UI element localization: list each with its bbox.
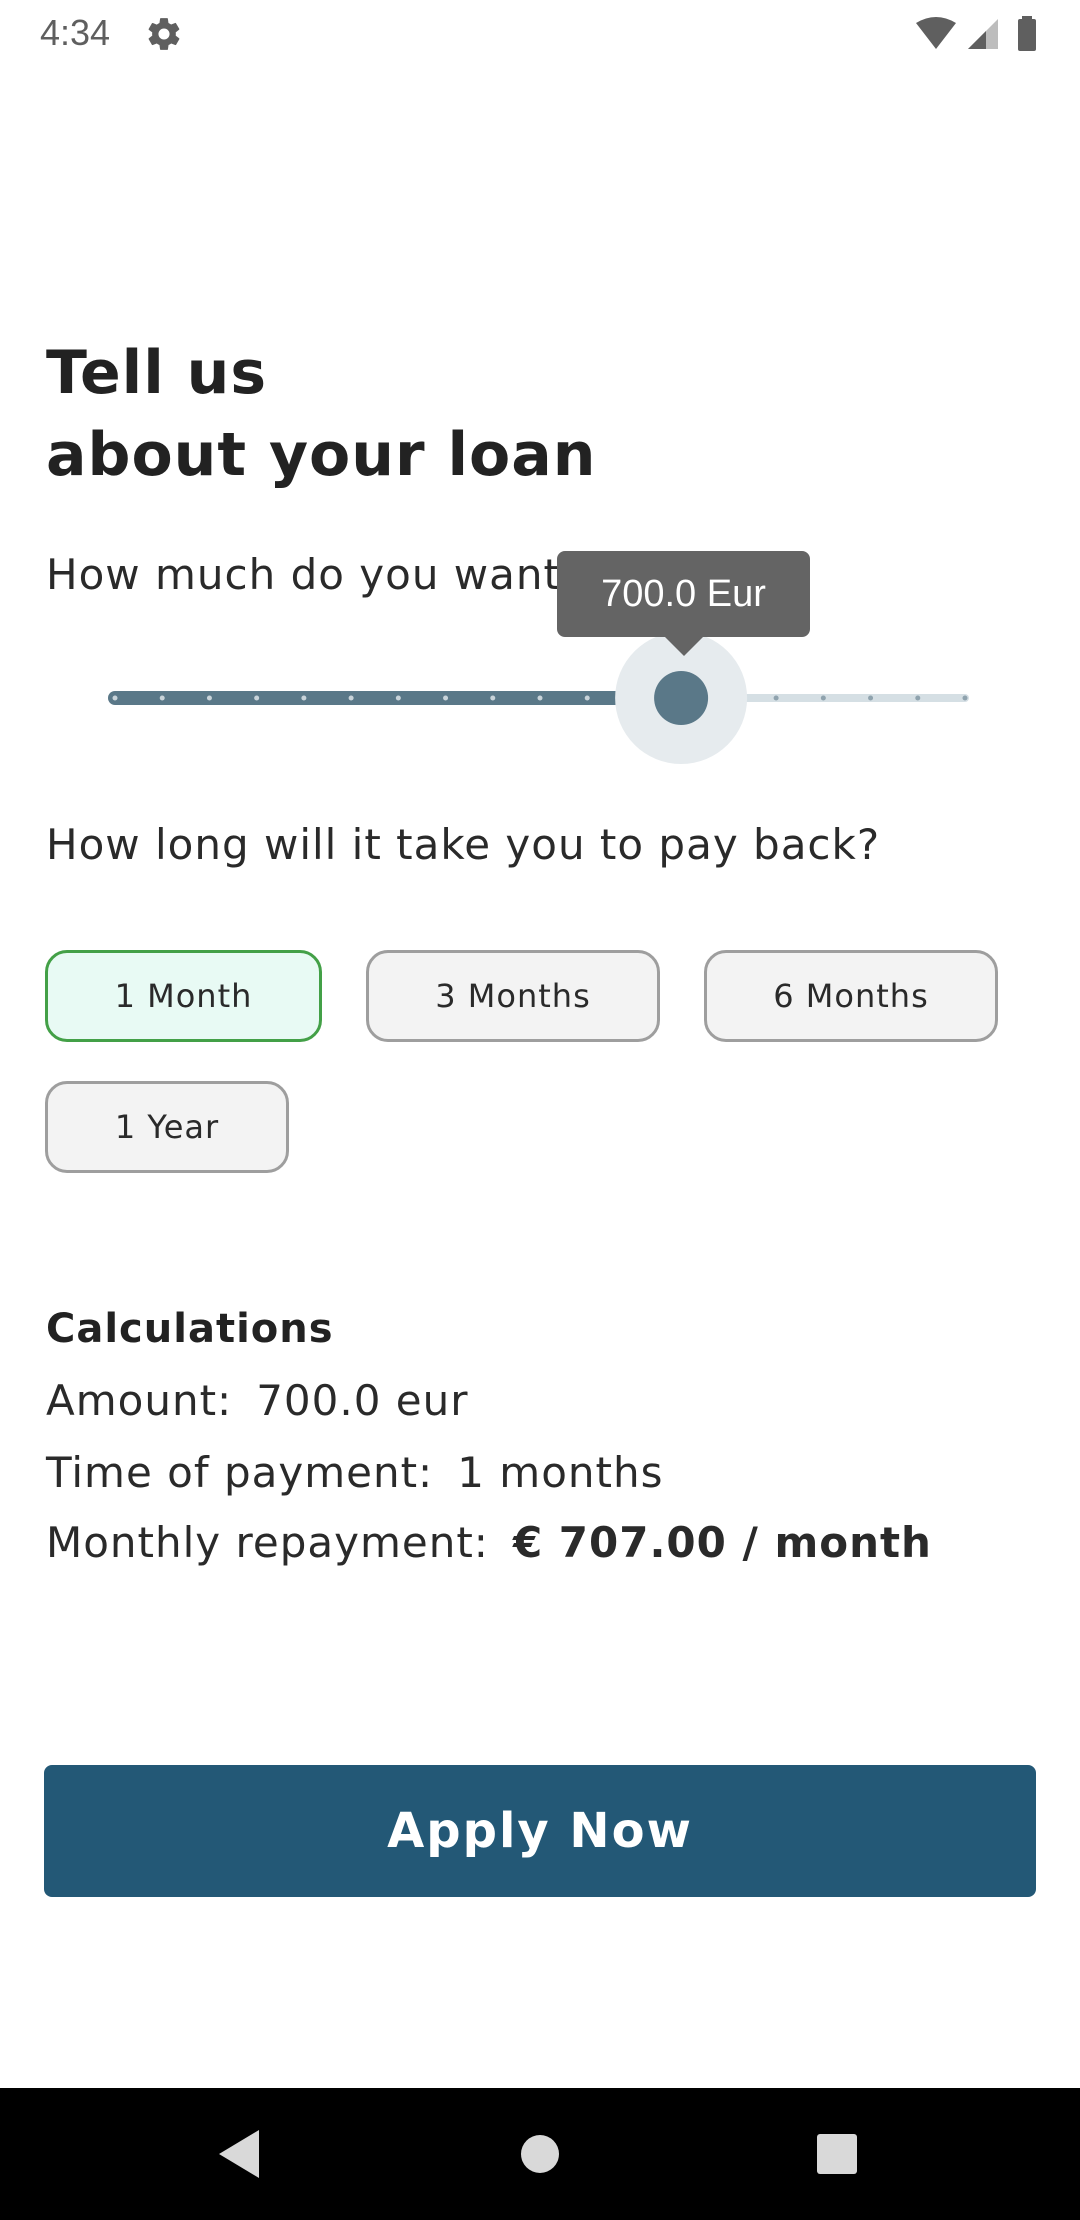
calc-time-label: Time of payment: (46, 1448, 434, 1497)
slider-tick (206, 695, 212, 701)
calc-amount-value: 700.0 eur (256, 1376, 469, 1425)
period-chip-1-year[interactable]: 1 Year (45, 1081, 289, 1173)
slider-tick (915, 695, 921, 701)
apply-now-button[interactable]: Apply Now (44, 1765, 1036, 1897)
page-title-line1: Tell us (46, 338, 268, 408)
slider-tick (820, 695, 826, 701)
slider-tick (584, 695, 590, 701)
cellular-signal-icon (968, 19, 998, 49)
slider-tick (868, 695, 874, 701)
status-time: 4:34 (40, 12, 111, 53)
calculations-heading: Calculations (46, 1306, 334, 1352)
calc-monthly-row: Monthly repayment: € 707.00 / month (46, 1518, 932, 1567)
page-title-line2: about your loan (46, 420, 597, 490)
status-icons (916, 16, 1036, 51)
period-chip-6-months[interactable]: 6 Months (704, 950, 998, 1042)
slider-tick (395, 695, 401, 701)
slider-tick (537, 695, 543, 701)
slider-value-tooltip: 700.0 Eur (557, 551, 810, 637)
calc-monthly-value: € 707.00 / month (512, 1518, 932, 1567)
slider-tick (490, 695, 496, 701)
calc-amount-row: Amount: 700.0 eur (46, 1376, 469, 1425)
home-icon[interactable] (520, 2134, 560, 2174)
battery-icon (1018, 16, 1036, 51)
period-chip-1-month[interactable]: 1 Month (45, 950, 322, 1042)
amount-question: How much do you want? (46, 550, 585, 599)
wifi-icon (916, 17, 956, 49)
back-icon[interactable] (215, 2128, 263, 2180)
calc-time-row: Time of payment: 1 months (46, 1448, 664, 1497)
slider-track[interactable] (108, 632, 970, 764)
slider-tick (962, 695, 968, 701)
calc-amount-label: Amount: (46, 1376, 233, 1425)
slider-tick (254, 695, 260, 701)
status-bar: 4:34 (0, 0, 1080, 66)
tooltip-arrow (664, 636, 704, 656)
calc-monthly-label: Monthly repayment: (46, 1518, 489, 1567)
amount-slider[interactable] (108, 632, 970, 764)
recents-icon[interactable] (817, 2134, 857, 2174)
page-title: Tell us about your loan (46, 332, 596, 496)
gear-icon (148, 18, 180, 50)
period-chip-3-months[interactable]: 3 Months (366, 950, 660, 1042)
calc-time-value: 1 months (457, 1448, 664, 1497)
slider-tick (443, 695, 449, 701)
period-question: How long will it take you to pay back? (46, 820, 881, 869)
system-nav-bar (0, 2088, 1080, 2220)
slider-tick (348, 695, 354, 701)
slider-tick (159, 695, 165, 701)
slider-tick (301, 695, 307, 701)
slider-tick (773, 695, 779, 701)
slider-thumb[interactable] (654, 671, 709, 725)
slider-tick (112, 695, 118, 701)
